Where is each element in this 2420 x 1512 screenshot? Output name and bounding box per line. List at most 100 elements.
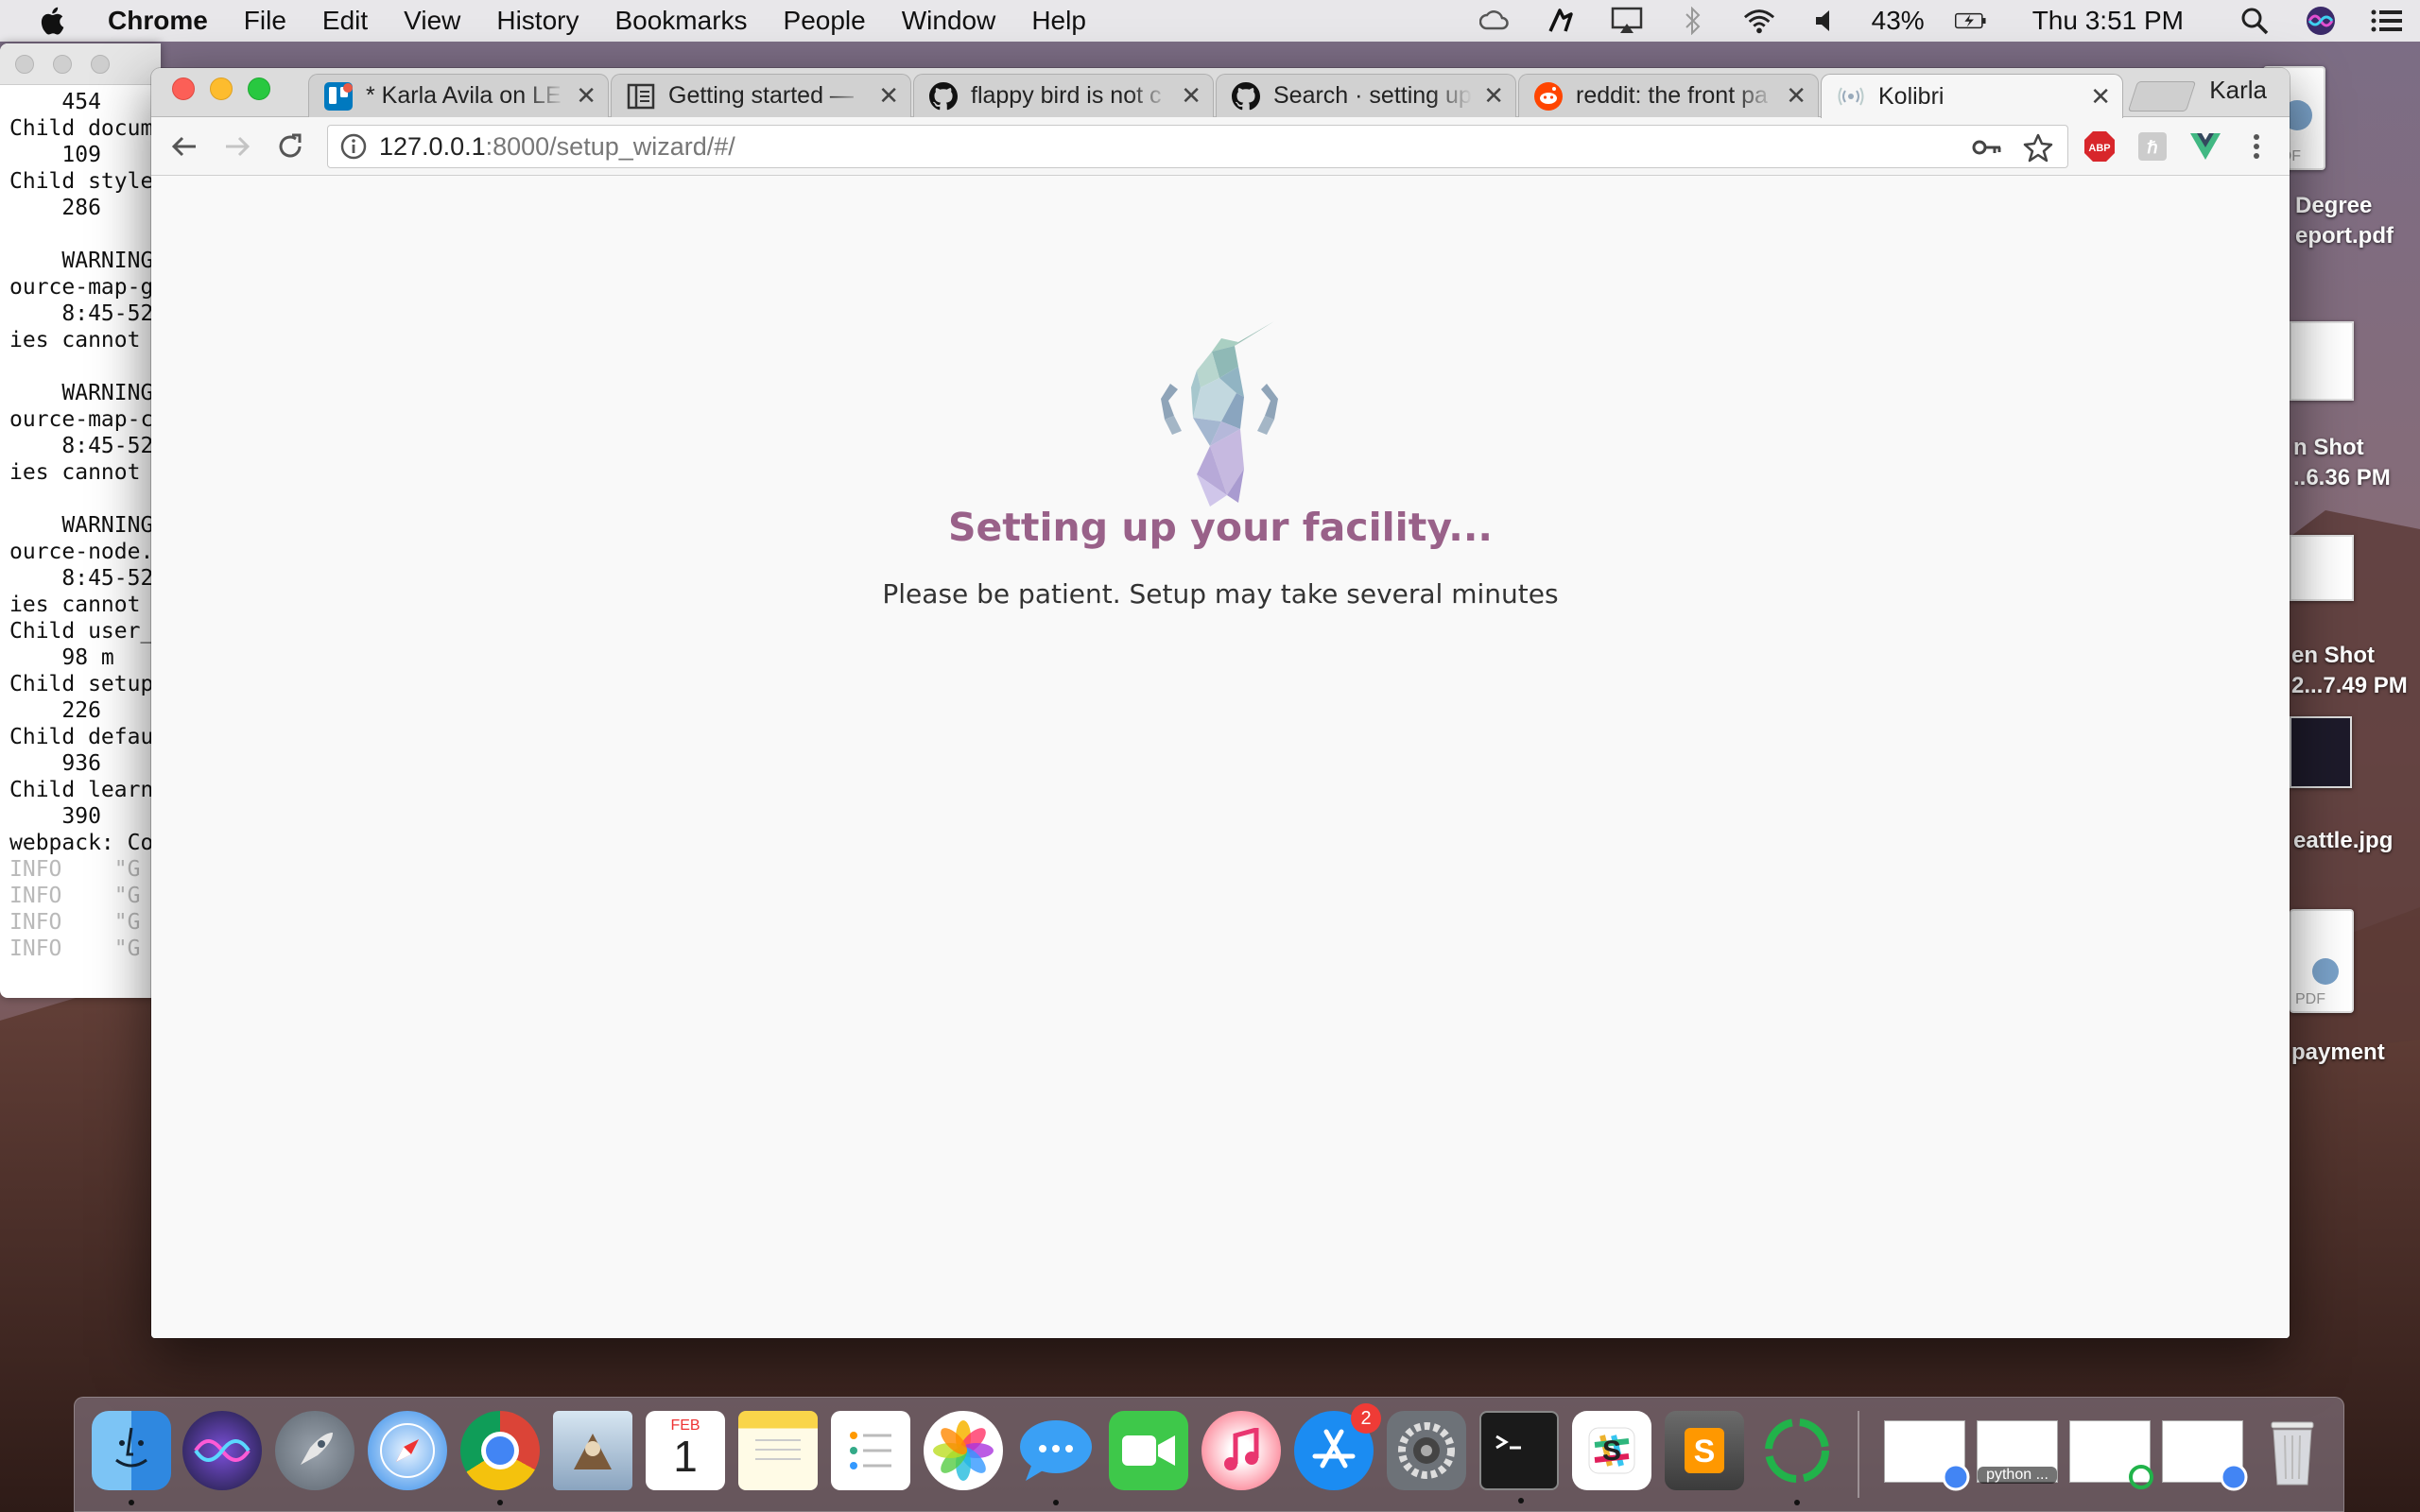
creative-cloud-icon[interactable]	[1478, 5, 1511, 37]
terminal-minimize-button[interactable]	[53, 54, 72, 74]
menu-view[interactable]: View	[404, 6, 460, 36]
menu-bookmarks[interactable]: Bookmarks	[614, 6, 747, 36]
chrome-menu-icon[interactable]	[2238, 129, 2274, 164]
photos-icon[interactable]	[924, 1411, 1003, 1490]
tab-github-search[interactable]: Search · setting up ✕	[1216, 74, 1516, 117]
desktop-pdf-thumbnail[interactable]: PDF	[2290, 909, 2354, 1013]
back-button[interactable]	[166, 129, 202, 164]
siri-icon[interactable]	[182, 1411, 262, 1490]
terminal-window[interactable]: 454 Child docum 109 Child style 286 WARN…	[0, 43, 161, 998]
launchpad-icon[interactable]	[275, 1411, 354, 1490]
sublime-text-icon[interactable]: S	[1665, 1411, 1744, 1490]
tab-getting-started[interactable]: Getting started — ✕	[611, 74, 911, 117]
terminal-output: 454 Child docum 109 Child style 286 WARN…	[0, 85, 161, 962]
siri-icon[interactable]	[2305, 5, 2337, 37]
minimized-window-thumbnail[interactable]: python ...	[1977, 1420, 2058, 1484]
reload-button[interactable]	[272, 129, 308, 164]
minimize-window-button[interactable]	[210, 77, 233, 100]
thumbnail-label: python ...	[1978, 1467, 2057, 1484]
kolibri-loading-icon	[1837, 82, 1865, 111]
tab-karla-avila[interactable]: * Karla Avila on LE ✕	[308, 74, 609, 117]
terminal-zoom-button[interactable]	[91, 54, 110, 74]
desktop-icon-label[interactable]: n Shot	[2293, 435, 2420, 461]
desktop-icon-label[interactable]: en Shot	[2291, 643, 2420, 669]
apple-logo-icon[interactable]	[38, 5, 70, 37]
desktop-icon-label[interactable]: eattle.jpg	[2293, 828, 2420, 854]
tab-close-icon[interactable]: ✕	[1181, 81, 1201, 111]
tab-kolibri[interactable]: Kolibri ✕	[1821, 74, 2123, 118]
app-status-icon[interactable]	[1545, 5, 1577, 37]
menu-edit[interactable]: Edit	[322, 6, 368, 36]
volume-icon[interactable]	[1809, 5, 1841, 37]
desktop-icon-label[interactable]: payment	[2291, 1040, 2420, 1066]
desktop-icon-label[interactable]: ..6.36 PM	[2293, 465, 2420, 491]
wifi-icon[interactable]	[1743, 5, 1775, 37]
docs-icon	[627, 82, 655, 111]
reminders-icon[interactable]	[831, 1411, 910, 1490]
running-indicator	[1794, 1500, 1800, 1505]
mail-icon[interactable]	[553, 1411, 632, 1490]
new-tab-button[interactable]	[2127, 81, 2197, 112]
trash-icon[interactable]	[2253, 1411, 2332, 1490]
tab-close-icon[interactable]: ✕	[1483, 81, 1504, 111]
forward-button[interactable]	[219, 129, 255, 164]
desktop-icon-label[interactable]: Degree	[2295, 193, 2420, 219]
tab-close-icon[interactable]: ✕	[576, 81, 596, 111]
tab-close-icon[interactable]: ✕	[878, 81, 899, 111]
extension-icon[interactable]: ℏ	[2135, 129, 2170, 164]
desktop-icon-label[interactable]: 2...7.49 PM	[2291, 673, 2420, 699]
zoom-window-button[interactable]	[248, 77, 270, 100]
minimized-window-thumbnail[interactable]	[2069, 1420, 2153, 1489]
messages-icon[interactable]	[1016, 1411, 1096, 1505]
battery-icon[interactable]	[1954, 5, 1987, 37]
bookmark-star-icon[interactable]	[2022, 131, 2054, 163]
facetime-icon[interactable]	[1109, 1411, 1188, 1490]
safari-icon[interactable]	[368, 1411, 447, 1490]
terminal-close-button[interactable]	[15, 54, 34, 74]
tab-close-icon[interactable]: ✕	[1786, 81, 1806, 111]
finder-icon[interactable]	[92, 1411, 171, 1505]
vue-devtools-icon[interactable]	[2187, 129, 2223, 164]
tab-title: Search · setting up	[1273, 82, 1472, 109]
adblock-plus-icon[interactable]: ABP	[2082, 129, 2118, 164]
desktop-screenshot-thumbnail[interactable]	[2290, 321, 2354, 401]
menu-window[interactable]: Window	[902, 6, 996, 36]
itunes-icon[interactable]	[1201, 1411, 1281, 1490]
tab-title: * Karla Avila on LE	[366, 82, 562, 109]
desktop-icon-label[interactable]: eport.pdf	[2295, 223, 2420, 249]
bluetooth-icon[interactable]	[1677, 5, 1709, 37]
setup-subtitle: Please be patient. Setup may take severa…	[882, 578, 1559, 610]
menu-history[interactable]: History	[496, 6, 579, 36]
slack-icon[interactable]: S	[1572, 1411, 1651, 1490]
notification-center-icon[interactable]	[2371, 5, 2403, 37]
google-chrome-icon[interactable]	[460, 1411, 540, 1505]
desktop-image-thumbnail[interactable]	[2290, 716, 2352, 788]
sync-app-icon[interactable]	[1757, 1411, 1837, 1505]
system-preferences-icon[interactable]	[1387, 1411, 1466, 1490]
spotlight-search-icon[interactable]	[2238, 5, 2271, 37]
tab-reddit[interactable]: reddit: the front pa ✕	[1518, 74, 1819, 117]
minimized-window-thumbnail[interactable]	[2162, 1420, 2248, 1491]
menu-people[interactable]: People	[784, 6, 866, 36]
profile-name[interactable]: Karla	[2209, 76, 2267, 105]
notification-badge: 2	[1351, 1403, 1381, 1434]
macos-menu-bar: Chrome File Edit View History Bookmarks …	[0, 0, 2420, 42]
tab-flappy-bird[interactable]: flappy bird is not c ✕	[913, 74, 1214, 117]
notes-icon[interactable]	[738, 1411, 818, 1490]
minimized-window-thumbnail[interactable]	[1884, 1420, 1970, 1491]
terminal-app-icon[interactable]	[1479, 1411, 1559, 1503]
password-key-icon[interactable]	[1971, 131, 2003, 163]
tab-close-icon[interactable]: ✕	[2090, 82, 2111, 112]
menu-help[interactable]: Help	[1031, 6, 1086, 36]
desktop-screenshot-thumbnail[interactable]	[2290, 535, 2354, 601]
menu-file[interactable]: File	[244, 6, 286, 36]
site-info-icon[interactable]	[339, 132, 368, 161]
app-store-icon[interactable]: 2	[1294, 1403, 1381, 1490]
close-window-button[interactable]	[172, 77, 195, 100]
menu-bar-clock[interactable]: Thu 3:51 PM	[2032, 6, 2184, 36]
menu-app-name[interactable]: Chrome	[108, 6, 208, 36]
address-bar[interactable]: 127.0.0.1:8000/setup_wizard/#/	[327, 125, 2068, 168]
setup-title: Setting up your facility...	[947, 505, 1494, 550]
airplay-icon[interactable]	[1611, 5, 1643, 37]
calendar-icon[interactable]: FEB 1	[646, 1411, 725, 1490]
